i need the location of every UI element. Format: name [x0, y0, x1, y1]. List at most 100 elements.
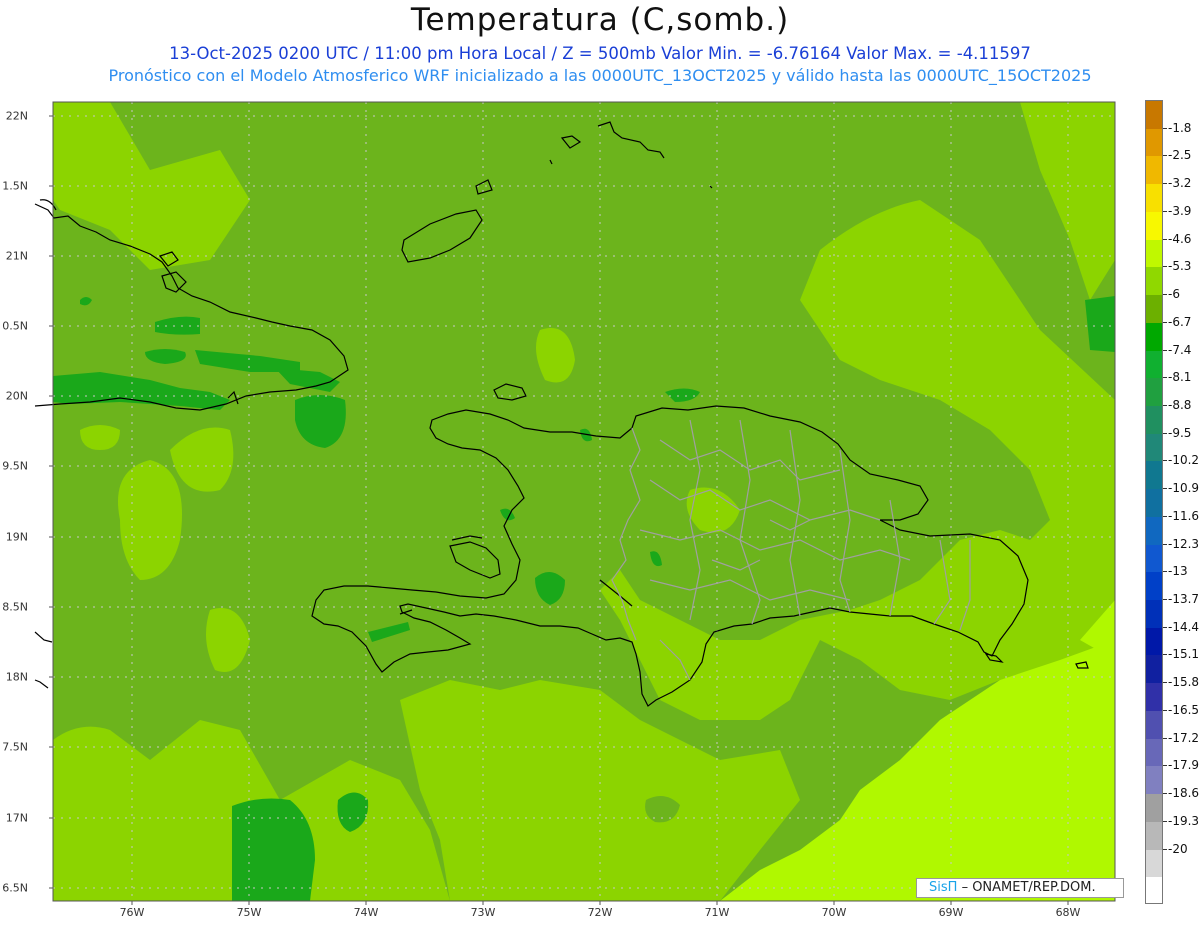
colorbar-tick	[1163, 626, 1167, 628]
colorbar-segment	[1146, 184, 1162, 213]
colorbar-segment	[1146, 516, 1162, 546]
colorbar-label: -9.5	[1168, 425, 1192, 440]
colorbar-label: -18.6	[1168, 786, 1200, 801]
colorbar-segment	[1146, 766, 1162, 796]
colorbar-segment	[1146, 738, 1162, 768]
colorbar-label: -17.9	[1168, 758, 1200, 773]
colorbar-segment	[1146, 489, 1162, 518]
lon-label: 72W	[587, 906, 613, 919]
colorbar-label: -6.7	[1168, 314, 1192, 329]
lat-label: 20N	[5, 389, 28, 403]
colorbar-tick	[1163, 377, 1167, 379]
lat-label: 22N	[5, 109, 28, 123]
colorbar-label: -14.4	[1168, 619, 1200, 634]
colorbar-segment	[1146, 572, 1162, 602]
colorbar-label: -19.3	[1168, 813, 1200, 828]
colorbar-tick	[1163, 349, 1167, 351]
lon-label: 75W	[236, 906, 262, 919]
sisp-brand: SisΠ	[929, 880, 958, 895]
colorbar-tick	[1163, 682, 1167, 684]
lon-label: 74W	[353, 906, 379, 919]
colorbar-label: -3.9	[1168, 203, 1192, 218]
colorbar-tick	[1163, 848, 1167, 850]
colorbar-tick	[1163, 571, 1167, 573]
colorbar-segment	[1146, 156, 1162, 186]
colorbar-tick	[1163, 709, 1167, 711]
colorbar-tick	[1163, 765, 1167, 767]
colorbar-segment	[1146, 267, 1162, 297]
colorbar-label: -2.5	[1168, 148, 1192, 163]
colorbar-tick	[1163, 127, 1167, 129]
credit-box: SisΠ – ONAMET/REP.DOM.	[916, 878, 1124, 898]
colorbar-segment	[1146, 378, 1162, 407]
colorbar	[1145, 100, 1163, 904]
colorbar-tick	[1163, 599, 1167, 601]
colorbar-label: -15.8	[1168, 675, 1200, 690]
colorbar-label: -1.8	[1168, 120, 1192, 135]
colorbar-tick	[1163, 183, 1167, 185]
colorbar-label: -13	[1168, 564, 1188, 579]
colorbar-segment	[1146, 710, 1162, 740]
colorbar-tick	[1163, 737, 1167, 739]
lat-label: 1.5N	[2, 179, 28, 193]
lon-label: 68W	[1055, 906, 1081, 919]
colorbar-label: -5.3	[1168, 259, 1192, 274]
colorbar-segment	[1146, 877, 1162, 903]
lon-label: 76W	[119, 906, 145, 919]
colorbar-label: -8.1	[1168, 370, 1192, 385]
colorbar-segment	[1146, 405, 1162, 435]
colorbar-segment	[1146, 600, 1162, 629]
lat-label: 19N	[5, 530, 28, 544]
colorbar-segment	[1146, 627, 1162, 657]
colorbar-tick	[1163, 820, 1167, 822]
colorbar-segment	[1146, 821, 1162, 851]
colorbar-segment	[1146, 101, 1162, 130]
colorbar-segment	[1146, 239, 1162, 269]
colorbar-segment	[1146, 295, 1162, 324]
colorbar-label: -4.6	[1168, 231, 1192, 246]
lon-label: 69W	[938, 906, 964, 919]
colorbar-label: -10.9	[1168, 481, 1200, 496]
colorbar-label: -12.3	[1168, 536, 1200, 551]
colorbar-tick	[1163, 238, 1167, 240]
colorbar-tick	[1163, 543, 1167, 545]
colorbar-segment	[1146, 544, 1162, 574]
temperature-map	[34, 101, 1116, 905]
colorbar-tick	[1163, 321, 1167, 323]
colorbar-label: -7.4	[1168, 342, 1192, 357]
colorbar-label: -3.2	[1168, 176, 1192, 191]
colorbar-label: -20	[1168, 841, 1188, 856]
colorbar-label: -8.8	[1168, 397, 1192, 412]
lon-label: 71W	[704, 906, 730, 919]
lat-label: 7.5N	[2, 740, 28, 754]
credit-text: – ONAMET/REP.DOM.	[961, 880, 1096, 895]
colorbar-tick	[1163, 404, 1167, 406]
colorbar-tick	[1163, 155, 1167, 157]
colorbar-label: -17.2	[1168, 730, 1200, 745]
colorbar-segment	[1146, 655, 1162, 685]
temperature-field	[53, 102, 1115, 901]
lat-label: 6.5N	[2, 881, 28, 895]
colorbar-tick	[1163, 515, 1167, 517]
colorbar-segment	[1146, 128, 1162, 158]
lat-label: 9.5N	[2, 459, 28, 473]
colorbar-segment	[1146, 849, 1162, 879]
lat-label: 18N	[5, 670, 28, 684]
colorbar-tick	[1163, 488, 1167, 490]
colorbar-label: -6	[1168, 287, 1180, 302]
colorbar-tick	[1163, 294, 1167, 296]
colorbar-tick	[1163, 460, 1167, 462]
colorbar-segment	[1146, 322, 1162, 352]
colorbar-segment	[1146, 794, 1162, 823]
colorbar-tick	[1163, 793, 1167, 795]
colorbar-segment	[1146, 211, 1162, 241]
colorbar-label: -10.2	[1168, 453, 1200, 468]
colorbar-tick	[1163, 432, 1167, 434]
colorbar-segment	[1146, 433, 1162, 463]
colorbar-label: -15.1	[1168, 647, 1200, 662]
lon-label: 73W	[470, 906, 496, 919]
lat-label: 21N	[5, 249, 28, 263]
colorbar-segment	[1146, 683, 1162, 712]
colorbar-label: -16.5	[1168, 702, 1200, 717]
lat-label: 8.5N	[2, 600, 28, 614]
